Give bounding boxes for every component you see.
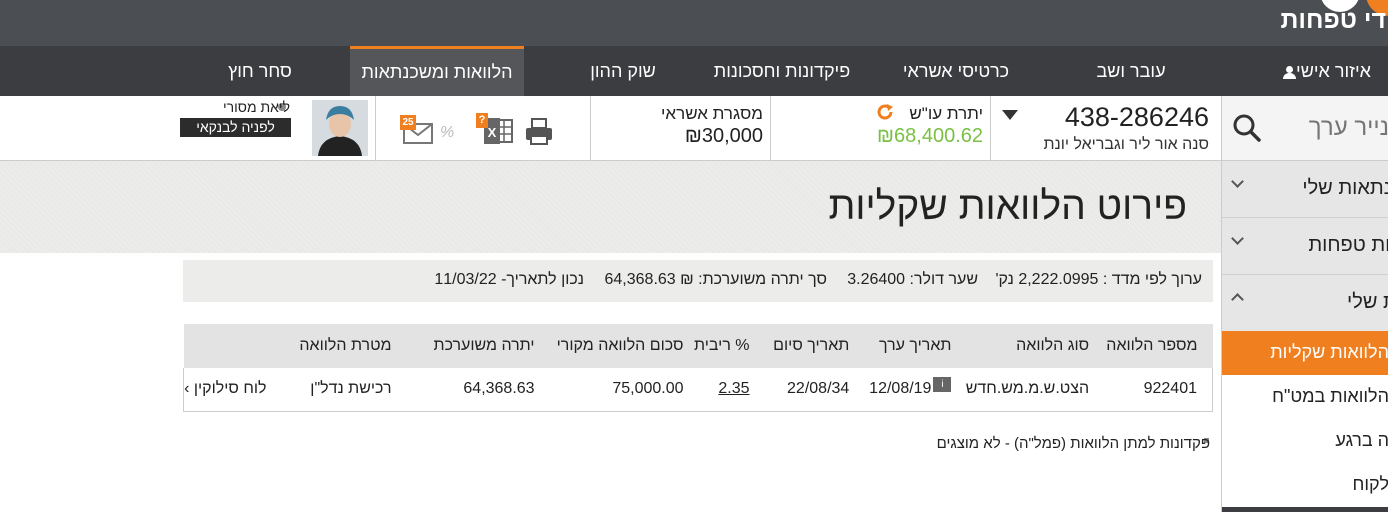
col-interest: % ריבית — [683, 324, 750, 368]
user-icon — [1283, 65, 1297, 79]
sidebar-subitem-label: לקוח — [1352, 474, 1388, 494]
sidebar-item-tfahot[interactable]: עות טפחות — [1222, 218, 1388, 274]
interest-rate-link[interactable]: 2.35 — [718, 380, 749, 397]
chevron-up-icon — [1231, 293, 1244, 306]
search-box — [1221, 96, 1388, 160]
chevron-down-icon — [1231, 175, 1244, 188]
cell-interest: 2.35 — [683, 368, 750, 412]
refresh-icon[interactable] — [874, 101, 896, 123]
sidebar-subitem-shekel-loans[interactable]: הלוואות שקליות — [1222, 331, 1388, 375]
account-dropdown-icon[interactable] — [1002, 110, 1018, 120]
main-nav: איזור אישי עובר ושב כרטיסי אשראי פיקדונו… — [0, 46, 1388, 96]
cell-loan-purpose: רכישת נדל"ן — [278, 368, 392, 412]
nav-personal-area-label: איזור אישי — [1296, 61, 1371, 81]
total-balance: סך יתרה משוערכת: ₪ 64,368.63 — [604, 271, 828, 288]
cell-revalued-balance: 64,368.63 — [391, 368, 535, 412]
cell-actions: לוח סילוקין › — [183, 368, 279, 412]
balance-value: ₪68,400.62 — [877, 125, 983, 147]
col-value-date: תאריך ערך — [849, 324, 952, 368]
footnote: פקדונות למתן הלוואות (פמל"ה) - לא מוצגים — [936, 435, 1210, 452]
logo[interactable]: די טפחות — [1280, 6, 1386, 35]
cell-loan-type: הצט.ש.מ.מש.חדש — [951, 368, 1090, 412]
account-owner: סנה אור ליר וגבריאל יונת — [1043, 136, 1209, 153]
credit-limit-value: ₪30,000 — [684, 125, 763, 147]
chevron-down-icon — [1231, 232, 1244, 245]
nav-personal-area[interactable]: איזור אישי — [1262, 46, 1388, 96]
sidebar-item-my-loans[interactable]: ות שלי — [1222, 275, 1388, 331]
sidebar-item-label: עות טפחות — [1308, 234, 1388, 256]
sidebar-item-label: ות שלי — [1347, 291, 1388, 313]
top-bar: די טפחות — [0, 0, 1388, 46]
col-loan-number: מספר הלוואה — [1089, 324, 1213, 368]
col-loan-type: סוג הלוואה — [951, 324, 1090, 368]
col-revalued-balance: יתרה משוערכת — [391, 324, 535, 368]
divider — [990, 96, 991, 160]
mail-badge: 25 — [400, 115, 416, 130]
nav-current-account[interactable]: עובר ושב — [1062, 46, 1200, 96]
cell-end-date: 22/08/34 — [749, 368, 850, 412]
divider — [590, 96, 591, 160]
sidebar-subitem-label: ה ברגע — [1335, 430, 1388, 450]
sidebar-subitem-fx-loans[interactable]: הלוואות במט"ח — [1222, 375, 1388, 419]
sidebar-footer — [1222, 507, 1388, 512]
account-number: 438-286246 — [1064, 102, 1209, 132]
cell-loan-number: 922401 — [1089, 368, 1214, 412]
col-end-date: תאריך סיום — [749, 324, 850, 368]
discount-icon: % — [440, 124, 455, 141]
nav-capital-market[interactable]: שוק ההון — [556, 46, 690, 96]
table-header-row: מספר הלוואה סוג הלוואה תאריך ערך תאריך ס… — [183, 324, 1213, 368]
banker-name: ליאת מסורי — [223, 99, 290, 115]
repayment-schedule-link[interactable]: לוח סילוקין › — [184, 380, 278, 397]
as-of-date: נכון לתאריך- 11/03/22 — [434, 271, 584, 288]
contact-banker-button[interactable]: לפניה לבנקאי — [180, 118, 291, 137]
divider — [770, 96, 771, 160]
sidebar-subitem-label: הלוואות שקליות — [1270, 342, 1388, 362]
sidebar: כנתאות שלי עות טפחות ות שלי הלוואות שקלי… — [1221, 161, 1388, 512]
loans-summary: ערוך לפי מדד : 2,222.0995 נק' שער דולר: … — [183, 260, 1213, 302]
col-original-amount: סכום הלוואה מקורי — [534, 324, 684, 368]
search-icon[interactable] — [1232, 113, 1262, 143]
sidebar-item-mortgages[interactable]: כנתאות שלי — [1222, 161, 1388, 217]
cell-original-amount: 75,000.00 — [534, 368, 684, 412]
table-row: 922401 הצט.ש.מ.מש.חדש i12/08/19 22/08/34… — [183, 368, 1214, 412]
search-input[interactable] — [1270, 110, 1388, 146]
col-actions — [183, 324, 279, 368]
sidebar-subitem-instant-loan[interactable]: ה ברגע — [1222, 419, 1388, 463]
index-value: ערוך לפי מדד : 2,222.0995 נק' — [995, 271, 1202, 288]
nav-deposits[interactable]: פיקדונות וחסכונות — [700, 46, 864, 96]
cell-value-date: i12/08/19 — [849, 368, 952, 412]
sidebar-item-label: כנתאות שלי — [1302, 177, 1388, 199]
sidebar-subitem-customer[interactable]: לקוח — [1222, 463, 1388, 507]
info-icon[interactable]: i — [933, 377, 952, 393]
credit-limit-label: מסגרת אשראי — [661, 104, 763, 123]
loans-table: מספר הלוואה סוג הלוואה תאריך ערך תאריך ס… — [183, 324, 1214, 412]
svg-text:X: X — [488, 125, 497, 140]
print-icon[interactable] — [524, 116, 554, 146]
nav-foreign-trade[interactable]: סחר חוץ — [200, 46, 320, 96]
nav-loans-mortgages[interactable]: הלוואות ומשכנתאות — [350, 46, 524, 96]
col-loan-purpose: מטרת הלוואה — [278, 324, 392, 368]
divider — [375, 96, 376, 160]
excel-badge: ? — [476, 113, 488, 128]
banker-avatar — [312, 100, 368, 156]
balance-label: יתרת עו"ש — [909, 104, 983, 123]
page-title: פירוט הלוואות שקליות — [828, 185, 1187, 228]
nav-credit-cards[interactable]: כרטיסי אשראי — [886, 46, 1026, 96]
sidebar-subitem-label: הלוואות במט"ח — [1272, 386, 1388, 406]
dollar-rate: שער דולר: 3.26400 — [847, 271, 978, 288]
value-date-text: 12/08/19 — [869, 380, 932, 398]
